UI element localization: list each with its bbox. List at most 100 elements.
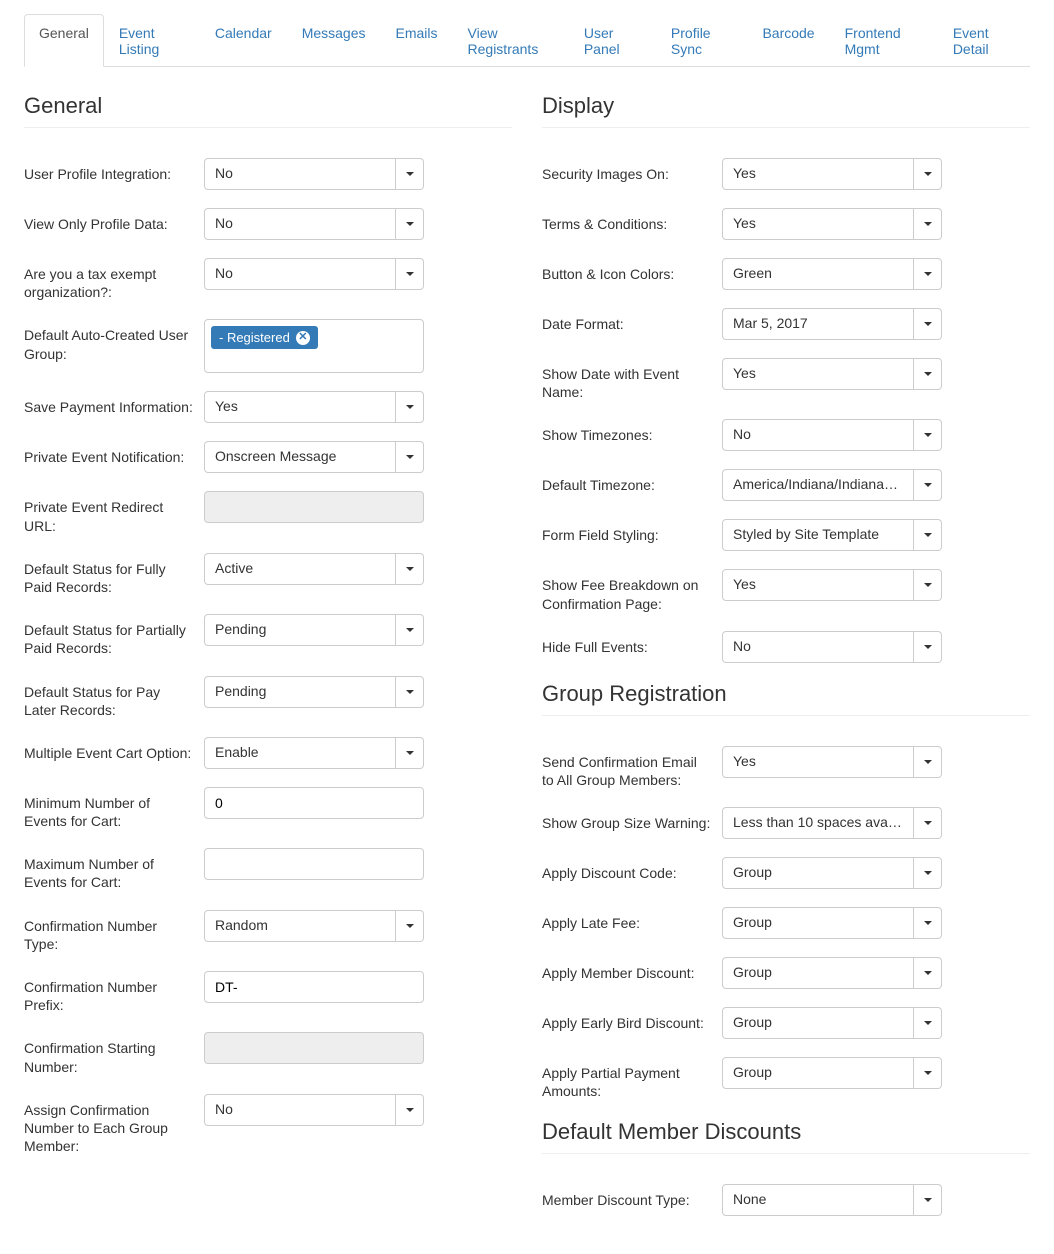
label-conf-prefix: Confirmation Number Prefix: (24, 971, 204, 1014)
tab-general[interactable]: General (24, 14, 104, 67)
chevron-down-icon (924, 760, 932, 764)
chevron-down-icon (406, 405, 414, 409)
chevron-down-icon (406, 272, 414, 276)
dropdown-show-tz[interactable]: No (722, 419, 942, 451)
label-discount-code: Apply Discount Code: (542, 857, 722, 882)
label-max-events: Maximum Number of Events for Cart: (24, 848, 204, 891)
dropdown-size-warning[interactable]: Less than 10 spaces available (722, 807, 942, 839)
tab-messages[interactable]: Messages (287, 14, 381, 67)
chevron-down-icon (924, 533, 932, 537)
tab-emails[interactable]: Emails (381, 14, 453, 67)
tab-calendar[interactable]: Calendar (200, 14, 287, 67)
chevron-down-icon (924, 172, 932, 176)
dropdown-status-later[interactable]: Pending (204, 676, 424, 708)
tab-profile-sync[interactable]: Profile Sync (656, 14, 748, 67)
tab-frontend-mgmt[interactable]: Frontend Mgmt (830, 14, 938, 67)
input-conf-prefix[interactable] (204, 971, 424, 1003)
label-terms: Terms & Conditions: (542, 208, 722, 233)
dropdown-terms[interactable]: Yes (722, 208, 942, 240)
chevron-down-icon (924, 433, 932, 437)
dropdown-send-conf[interactable]: Yes (722, 746, 942, 778)
tab-event-detail[interactable]: Event Detail (938, 14, 1030, 67)
label-form-style: Form Field Styling: (542, 519, 722, 544)
label-status-later: Default Status for Pay Later Records: (24, 676, 204, 719)
chevron-down-icon (406, 567, 414, 571)
label-private-redirect: Private Event Redirect URL: (24, 491, 204, 534)
label-partial-pay: Apply Partial Payment Amounts: (542, 1057, 722, 1100)
label-member-disc: Apply Member Discount: (542, 957, 722, 982)
input-min-events[interactable] (204, 787, 424, 819)
dropdown-status-paid[interactable]: Active (204, 553, 424, 585)
dropdown-user-profile-integration[interactable]: No (204, 158, 424, 190)
label-early-bird: Apply Early Bird Discount: (542, 1007, 722, 1032)
chevron-down-icon (406, 172, 414, 176)
chevron-down-icon (924, 1021, 932, 1025)
dropdown-member-disc[interactable]: Group (722, 957, 942, 989)
dropdown-disc-type[interactable]: None (722, 1184, 942, 1216)
dropdown-form-style[interactable]: Styled by Site Template (722, 519, 942, 551)
input-private-redirect[interactable] (204, 491, 424, 523)
chevron-down-icon (406, 690, 414, 694)
tab-view-registrants[interactable]: View Registrants (453, 14, 569, 67)
chevron-down-icon (924, 821, 932, 825)
dropdown-private-notif[interactable]: Onscreen Message (204, 441, 424, 473)
dropdown-partial-pay[interactable]: Group (722, 1057, 942, 1089)
label-late-fee: Apply Late Fee: (542, 907, 722, 932)
dropdown-default-tz[interactable]: America/Indiana/Indianapolis (722, 469, 942, 501)
chevron-down-icon (924, 871, 932, 875)
label-user-profile-integration: User Profile Integration: (24, 158, 204, 183)
chevron-down-icon (406, 222, 414, 226)
chevron-down-icon (924, 222, 932, 226)
dropdown-tax-exempt[interactable]: No (204, 258, 424, 290)
label-cart-option: Multiple Event Cart Option: (24, 737, 204, 762)
dropdown-cart-option[interactable]: Enable (204, 737, 424, 769)
label-conf-start: Confirmation Starting Number: (24, 1032, 204, 1075)
label-security-images: Security Images On: (542, 158, 722, 183)
label-private-notif: Private Event Notification: (24, 441, 204, 466)
tab-user-panel[interactable]: User Panel (569, 14, 656, 67)
input-conf-start[interactable] (204, 1032, 424, 1064)
tab-event-listing[interactable]: Event Listing (104, 14, 200, 67)
chevron-down-icon (924, 971, 932, 975)
chevron-down-icon (924, 272, 932, 276)
tagbox-default-group[interactable]: - Registered ✕ (204, 319, 424, 373)
dropdown-security-images[interactable]: Yes (722, 158, 942, 190)
chevron-down-icon (924, 483, 932, 487)
close-icon[interactable]: ✕ (296, 331, 310, 345)
chevron-down-icon (924, 322, 932, 326)
tag-label: - Registered (219, 330, 290, 345)
chevron-down-icon (406, 628, 414, 632)
dropdown-colors[interactable]: Green (722, 258, 942, 290)
dropdown-save-payment[interactable]: Yes (204, 391, 424, 423)
tab-barcode[interactable]: Barcode (747, 14, 829, 67)
section-display-title: Display (542, 93, 1030, 128)
chevron-down-icon (924, 921, 932, 925)
dropdown-show-date[interactable]: Yes (722, 358, 942, 390)
section-discounts-title: Default Member Discounts (542, 1119, 1030, 1154)
chevron-down-icon (924, 583, 932, 587)
label-assign-conf: Assign Confirmation Number to Each Group… (24, 1094, 204, 1156)
dropdown-view-only-profile[interactable]: No (204, 208, 424, 240)
dropdown-early-bird[interactable]: Group (722, 1007, 942, 1039)
dropdown-date-format[interactable]: Mar 5, 2017 (722, 308, 942, 340)
label-colors: Button & Icon Colors: (542, 258, 722, 283)
input-max-events[interactable] (204, 848, 424, 880)
label-default-group: Default Auto-Created User Group: (24, 319, 204, 362)
label-default-tz: Default Timezone: (542, 469, 722, 494)
label-view-only-profile: View Only Profile Data: (24, 208, 204, 233)
label-disc-type: Member Discount Type: (542, 1184, 722, 1209)
label-conf-type: Confirmation Number Type: (24, 910, 204, 953)
dropdown-status-partial[interactable]: Pending (204, 614, 424, 646)
dropdown-discount-code[interactable]: Group (722, 857, 942, 889)
dropdown-late-fee[interactable]: Group (722, 907, 942, 939)
label-status-paid: Default Status for Fully Paid Records: (24, 553, 204, 596)
dropdown-fee-breakdown[interactable]: Yes (722, 569, 942, 601)
tabs: General Event Listing Calendar Messages … (24, 14, 1030, 67)
tag-registered[interactable]: - Registered ✕ (211, 326, 318, 349)
chevron-down-icon (924, 645, 932, 649)
dropdown-assign-conf[interactable]: No (204, 1094, 424, 1126)
chevron-down-icon (406, 1108, 414, 1112)
dropdown-hide-full[interactable]: No (722, 631, 942, 663)
dropdown-conf-type[interactable]: Random (204, 910, 424, 942)
label-hide-full: Hide Full Events: (542, 631, 722, 656)
